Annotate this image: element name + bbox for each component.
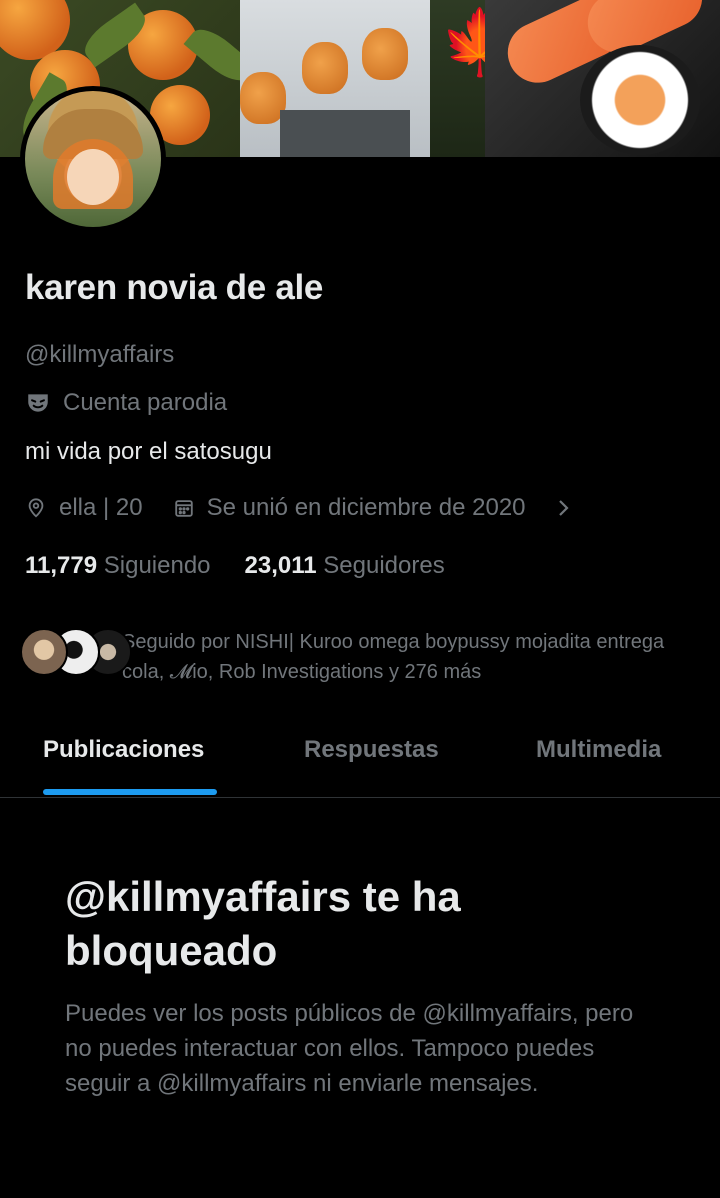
followed-by-text[interactable]: Seguido por NISHI| Kuroo omega boypussy … (122, 627, 702, 687)
blocked-description: Puedes ver los posts públicos de @killmy… (65, 1000, 634, 1097)
location-pin-icon (25, 497, 47, 519)
profile-handle: @killmyaffairs (25, 341, 175, 368)
followed-by-avatars[interactable] (20, 628, 132, 676)
profile-tabs: Publicaciones Respuestas Multimedia (0, 720, 720, 798)
following-count: 11,779 (25, 552, 98, 579)
parody-label-text: Cuenta parodia (63, 389, 228, 416)
parody-label: Cuenta parodia (25, 389, 227, 417)
followers-link[interactable]: 23,011 Seguidores (245, 552, 445, 580)
avatar[interactable] (20, 86, 166, 232)
banner-totoro-image (240, 0, 430, 157)
following-label: Siguiendo (103, 552, 211, 579)
display-name: karen novia de ale (25, 268, 324, 307)
calendar-icon (173, 497, 195, 519)
tab-multimedia[interactable]: Multimedia (536, 736, 661, 764)
profile-bio: mi vida por el satosugu (25, 438, 272, 465)
joined-date-text: Se unió en diciembre de 2020 (206, 494, 526, 521)
joined-date[interactable]: Se unió en diciembre de 2020 (173, 494, 572, 522)
followers-count: 23,011 (244, 552, 317, 579)
follow-counts: 11,779 Siguiendo 23,011 Seguidores (25, 552, 445, 580)
tab-respuestas[interactable]: Respuestas (304, 736, 439, 764)
profile-meta: ella | 20 Se unió en diciembre de 2020 (25, 494, 572, 522)
profile-location: ella | 20 (59, 494, 143, 521)
tab-publicaciones[interactable]: Publicaciones (43, 736, 204, 764)
theater-mask-icon (25, 390, 51, 416)
followers-label: Seguidores (323, 552, 445, 579)
active-tab-indicator (43, 789, 217, 795)
blocked-title: @killmyaffairs te ha bloqueado (65, 873, 461, 974)
chevron-right-icon (554, 497, 572, 519)
banner-sushi-image (485, 0, 720, 157)
following-link[interactable]: 11,779 Siguiendo (25, 552, 211, 580)
avatar (20, 628, 68, 676)
